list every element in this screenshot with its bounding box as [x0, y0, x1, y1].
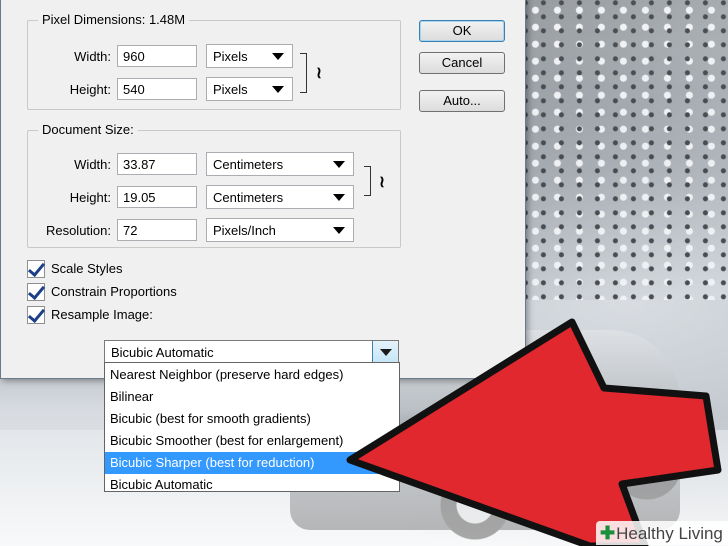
healthy-living-watermark: ✚Healthy Living — [596, 521, 728, 545]
red-arrow-icon — [346, 318, 722, 546]
plus-logo-icon: ✚ — [600, 523, 616, 543]
